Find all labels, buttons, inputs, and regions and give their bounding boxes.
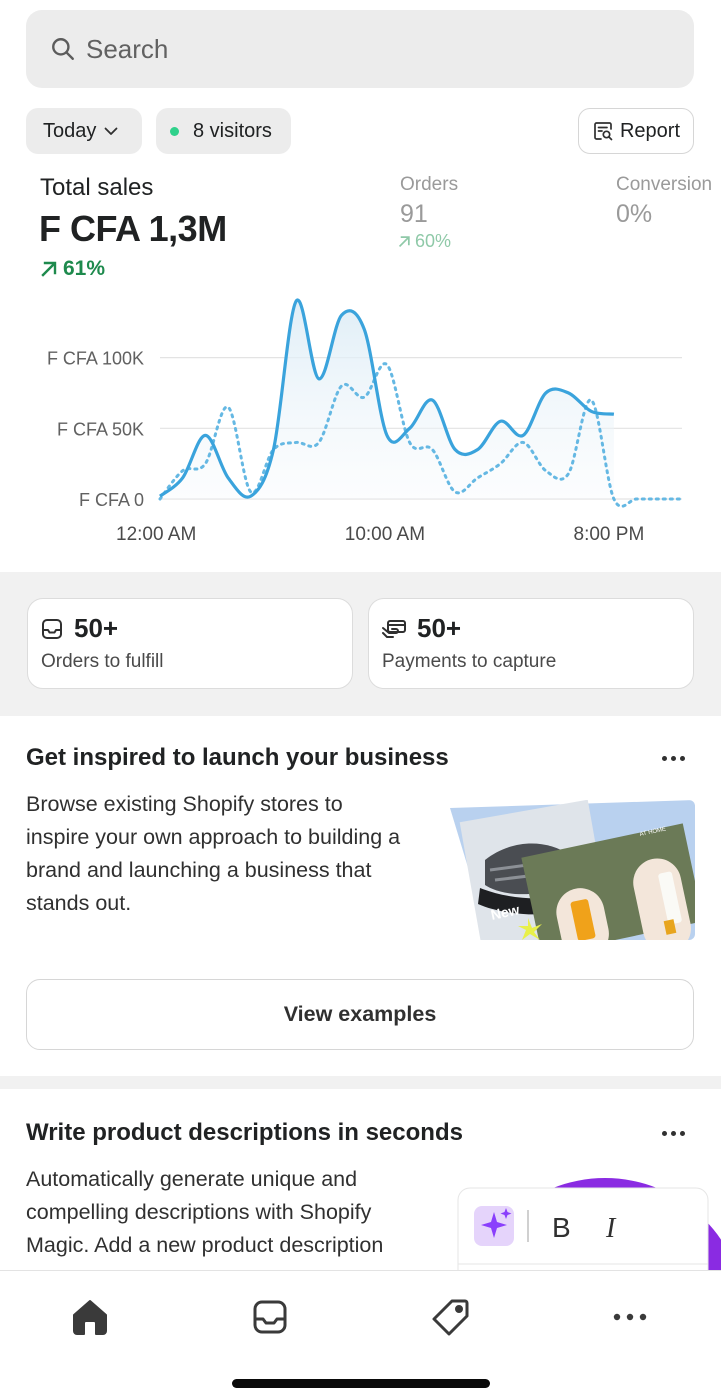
live-dot-icon (170, 126, 179, 136)
chart-y-tick-label: F CFA 50K (57, 419, 144, 439)
magic-body-line: Automatically generate unique and (26, 1167, 358, 1191)
conversion-value: 0% (616, 200, 653, 228)
nav-orders[interactable] (248, 1295, 292, 1339)
conversion-label: Conversion (616, 174, 713, 195)
orders-to-fulfill-tile[interactable]: 50+ Orders to fulfill (27, 598, 353, 689)
visitors-count: 8 visitors (193, 119, 272, 142)
italic-format-button: I (605, 1213, 617, 1244)
payments-to-capture-label: Payments to capture (382, 651, 557, 672)
products-icon (432, 1299, 469, 1336)
bottom-navigation (0, 1270, 721, 1400)
date-range-label: Today (43, 119, 97, 142)
chart-x-tick-label: 8:00 PM (574, 524, 645, 545)
magic-body-line: Magic. Add a new product description (26, 1233, 384, 1257)
inspire-more-button[interactable] (662, 756, 685, 761)
orders-change: 60% (398, 231, 451, 252)
total-sales-change: 61% (40, 257, 105, 281)
orders-value: 91 (400, 200, 428, 228)
report-icon (594, 122, 613, 141)
chart-y-tick-label: F CFA 100K (47, 349, 144, 369)
date-range-dropdown[interactable]: Today (26, 108, 142, 154)
chart-x-tick-label: 12:00 AM (116, 524, 196, 545)
live-visitors-chip[interactable]: 8 visitors (156, 108, 291, 154)
magic-card-body: Automatically generate unique and compel… (26, 1163, 383, 1262)
chevron-down-icon (104, 127, 118, 135)
inspire-body-line: stands out. (26, 891, 132, 915)
nav-home[interactable] (68, 1295, 112, 1339)
sales-chart: F CFA 100K F CFA 50K F CFA 0 12:00 AM 10:00… (47, 298, 684, 545)
magic-body-line: compelling descriptions with Shopify (26, 1200, 372, 1224)
search-bar[interactable]: Search (26, 10, 694, 88)
search-icon (52, 38, 74, 60)
report-button[interactable]: Report (578, 108, 694, 154)
home-icon (73, 1300, 107, 1335)
inspire-body-line: inspire your own approach to building a (26, 825, 401, 849)
inspire-store-examples-image: New AT HOME (450, 800, 695, 940)
orders-icon (253, 1300, 287, 1334)
arrow-up-right-icon (398, 236, 410, 248)
magic-more-button[interactable] (662, 1131, 685, 1136)
payment-icon (382, 619, 406, 638)
home-indicator (232, 1379, 490, 1388)
chart-y-tick-label: F CFA 0 (79, 490, 144, 510)
total-sales-label: Total sales (40, 174, 154, 201)
orders-to-fulfill-label: Orders to fulfill (41, 651, 164, 672)
chart-x-tick-label: 10:00 AM (345, 524, 425, 545)
shopify-magic-illustration: B I (457, 1178, 721, 1273)
section-divider (0, 1076, 721, 1089)
bold-format-button: B (552, 1212, 571, 1243)
orders-label: Orders (400, 174, 459, 195)
payments-to-capture-count: 50+ (417, 613, 462, 643)
total-sales-value: F CFA 1,3M (39, 208, 227, 249)
report-label: Report (619, 119, 681, 142)
nav-products[interactable] (429, 1295, 473, 1339)
orders-to-fulfill-count: 50+ (74, 613, 119, 643)
view-examples-button[interactable]: View examples (26, 979, 694, 1050)
more-icon (613, 1313, 647, 1321)
magic-card-title: Write product descriptions in seconds (26, 1119, 463, 1146)
inspire-body-line: brand and launching a business that (26, 858, 372, 882)
search-placeholder: Search (86, 33, 169, 64)
nav-more[interactable] (608, 1295, 652, 1339)
inbox-icon (42, 618, 62, 639)
payments-to-capture-tile[interactable]: 50+ Payments to capture (368, 598, 694, 689)
arrow-up-right-icon (41, 261, 57, 277)
inspire-card-title: Get inspired to launch your business (26, 744, 449, 771)
inspire-body-line: Browse existing Shopify stores to (26, 792, 343, 816)
inspire-card-body: Browse existing Shopify stores to inspir… (26, 788, 400, 920)
orders-change-value: 60% (415, 231, 452, 251)
total-sales-change-value: 61% (63, 257, 106, 280)
